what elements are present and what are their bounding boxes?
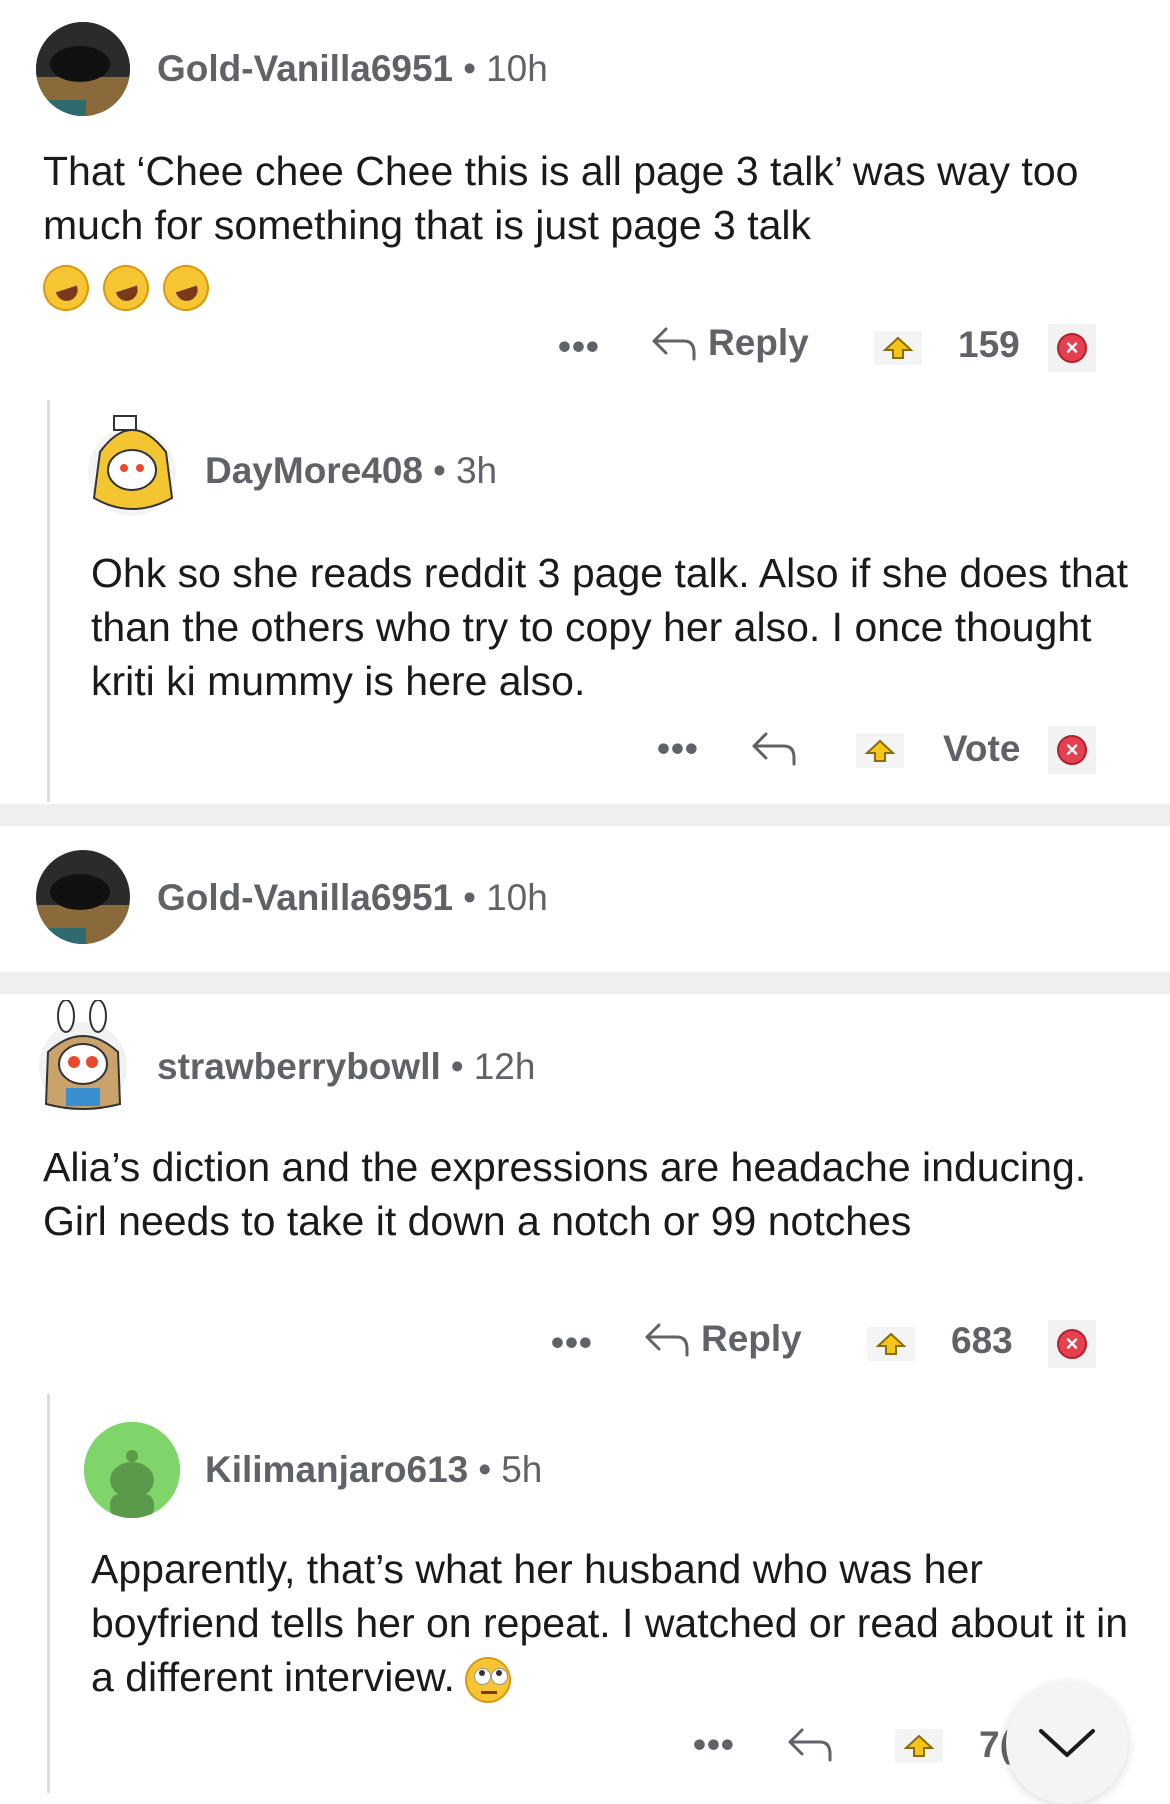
downvote-icon: ×: [1057, 735, 1087, 765]
downvote-button[interactable]: ×: [1048, 324, 1096, 372]
timestamp: 5h: [501, 1449, 543, 1490]
reply-arrow-icon: [652, 327, 696, 361]
upvote-button[interactable]: [867, 1327, 915, 1361]
username[interactable]: Kilimanjaro613: [205, 1449, 468, 1490]
vote-score: 683: [951, 1320, 1013, 1361]
rofl-emoji: [97, 259, 155, 318]
upvote-button[interactable]: [856, 734, 904, 768]
rofl-emoji: [157, 259, 215, 318]
username[interactable]: Gold-Vanilla6951: [157, 48, 453, 89]
reply-label: Reply: [701, 1318, 802, 1359]
avatar[interactable]: [36, 1000, 130, 1114]
comment-meta: Gold-Vanilla6951 • 10h: [157, 877, 548, 918]
thread-line: [47, 400, 50, 802]
avatar[interactable]: [36, 850, 130, 944]
more-options-button[interactable]: •••: [551, 1322, 593, 1364]
reply-arrow-icon: [752, 732, 796, 766]
comment-text: That ‘Chee chee Chee this is all page 3 …: [43, 148, 1079, 248]
comment-meta: DayMore408 • 3h: [205, 450, 498, 491]
section-divider: [0, 972, 1170, 994]
comment-body: Apparently, that’s what her husband who …: [91, 1542, 1151, 1704]
reply-button[interactable]: [786, 1724, 834, 1764]
upvote-button[interactable]: [895, 1729, 943, 1763]
timestamp: 12h: [473, 1046, 536, 1087]
comment-body: Ohk so she reads reddit 3 page talk. Als…: [91, 550, 1129, 704]
avatar[interactable]: [84, 412, 180, 520]
username[interactable]: Gold-Vanilla6951: [157, 877, 453, 918]
eye-roll-emoji: [464, 1657, 511, 1704]
downvote-icon: ×: [1057, 333, 1087, 363]
scroll-down-button[interactable]: [1006, 1682, 1128, 1804]
reply-label: Reply: [708, 322, 809, 363]
reply-button[interactable]: Reply: [650, 322, 809, 364]
upvote-icon: [883, 336, 913, 359]
more-options-button[interactable]: •••: [693, 1724, 735, 1766]
downvote-button[interactable]: ×: [1048, 1320, 1096, 1368]
timestamp: 10h: [486, 877, 548, 918]
upvote-icon: [876, 1332, 906, 1355]
vote-label: Vote: [943, 728, 1021, 769]
upvote-button[interactable]: [874, 331, 922, 365]
comment-meta: Kilimanjaro613 • 5h: [205, 1449, 543, 1490]
vote-score: 159: [958, 324, 1020, 365]
thread-line: [47, 1394, 50, 1793]
username[interactable]: strawberrybowll: [157, 1046, 441, 1087]
comment-body: Alia’s diction and the expressions are h…: [43, 1144, 1087, 1244]
timestamp: 3h: [455, 450, 498, 491]
reply-arrow-icon: [788, 1728, 832, 1762]
username[interactable]: DayMore408: [205, 450, 423, 491]
upvote-icon: [904, 1734, 934, 1757]
reply-arrow-icon: [645, 1323, 689, 1357]
section-divider: [0, 804, 1170, 826]
comment-meta: strawberrybowll • 12h: [157, 1046, 536, 1087]
comment-body: That ‘Chee chee Chee this is all page 3 …: [37, 144, 1133, 318]
upvote-icon: [865, 739, 895, 762]
comment-text: Apparently, that’s what her husband who …: [91, 1546, 1129, 1700]
comment-meta: Gold-Vanilla6951 • 10h: [157, 48, 548, 89]
reply-button[interactable]: [750, 728, 798, 768]
reply-button[interactable]: Reply: [643, 1318, 802, 1360]
downvote-button[interactable]: ×: [1048, 726, 1096, 774]
chevron-down-icon: [1039, 1729, 1095, 1757]
downvote-icon: ×: [1057, 1329, 1087, 1359]
more-options-button[interactable]: •••: [558, 326, 600, 368]
rofl-emoji: [37, 259, 95, 318]
more-options-button[interactable]: •••: [657, 728, 699, 770]
avatar[interactable]: [84, 1422, 180, 1518]
timestamp: 10h: [486, 48, 548, 89]
avatar[interactable]: [36, 22, 130, 116]
